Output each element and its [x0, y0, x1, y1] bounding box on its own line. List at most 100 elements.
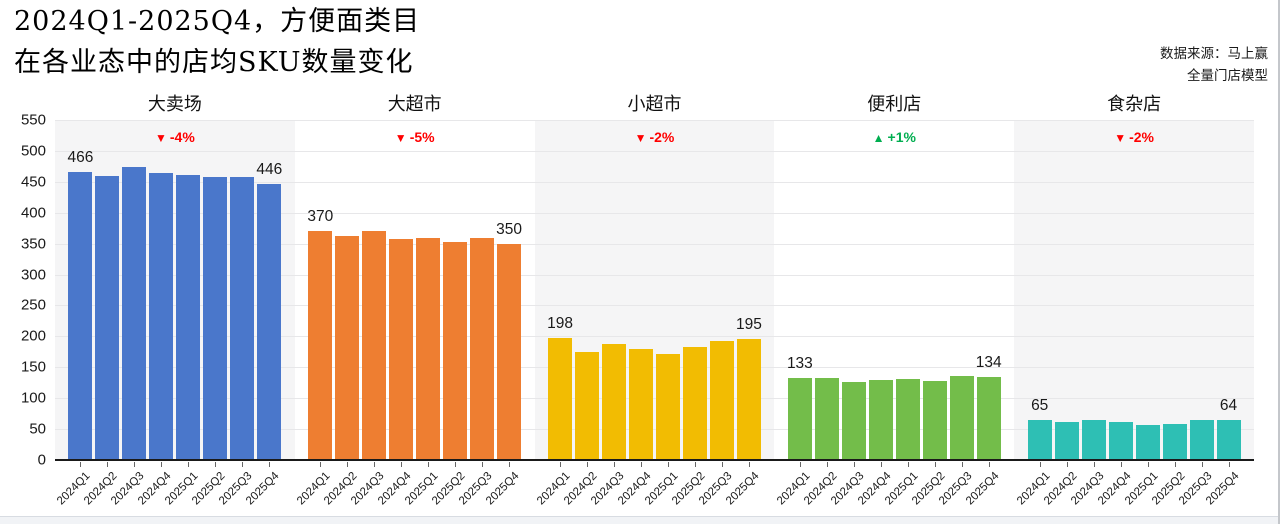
bar-大超市-2025Q2 [443, 242, 467, 460]
bar-小超市-2025Q1 [656, 354, 680, 460]
panel-title-便利店: 便利店 [774, 90, 1014, 116]
x-axis-tick [161, 462, 162, 467]
x-axis-tick [722, 462, 723, 467]
bar-大卖场-2025Q1 [176, 175, 200, 460]
bar-大卖场-2024Q4 [149, 173, 173, 460]
x-axis-tick [269, 462, 270, 467]
bar-便利店-2024Q1 [788, 378, 812, 460]
y-tick-label: 500 [0, 142, 46, 159]
window-bottom-edge [0, 516, 1280, 524]
panel-title-大超市: 大超市 [295, 90, 535, 116]
x-axis-tick [962, 462, 963, 467]
bar-便利店-2024Q3 [842, 382, 866, 460]
chart-title-line-1: 2024Q1-2025Q4，方便面类目 [14, 8, 420, 35]
bar-便利店-2025Q4 [977, 377, 1001, 460]
change-badge-便利店: ▲+1% [774, 129, 1014, 145]
x-axis-tick [428, 462, 429, 467]
bar-大卖场-2025Q3 [230, 177, 254, 460]
panel-title-食杂店: 食杂店 [1014, 90, 1254, 116]
bar-value-label: 466 [68, 149, 94, 167]
x-axis-tick [854, 462, 855, 467]
down-triangle-icon: ▼ [395, 131, 407, 145]
x-axis-tick [455, 462, 456, 467]
change-percent-label: +1% [888, 129, 916, 145]
data-source-line-1: 数据来源：马上赢 [1160, 44, 1268, 66]
bar-小超市-2024Q3 [602, 344, 626, 460]
y-tick-label: 250 [0, 297, 46, 314]
bar-食杂店-2024Q1 [1028, 420, 1052, 460]
data-source-note: 数据来源：马上赢 全量门店模型 [1160, 44, 1268, 87]
bar-大卖场-2025Q2 [203, 177, 227, 460]
bar-value-label: 64 [1220, 397, 1237, 415]
x-axis-tick [482, 462, 483, 467]
y-tick-label: 400 [0, 204, 46, 221]
bar-value-label: 350 [496, 221, 522, 239]
y-tick-label: 350 [0, 235, 46, 252]
x-axis-tick [1121, 462, 1122, 467]
bar-食杂店-2025Q2 [1163, 424, 1187, 460]
bar-食杂店-2025Q3 [1190, 420, 1214, 460]
bar-食杂店-2024Q4 [1109, 422, 1133, 460]
x-axis-tick [1175, 462, 1176, 467]
y-tick-label: 150 [0, 359, 46, 376]
change-percent-label: -5% [410, 129, 435, 145]
gridline-550 [55, 120, 1254, 121]
x-axis-tick [881, 462, 882, 467]
bar-便利店-2025Q3 [950, 376, 974, 460]
bar-value-label: 134 [976, 354, 1002, 372]
down-triangle-icon: ▼ [635, 131, 647, 145]
bar-小超市-2024Q1 [548, 338, 572, 460]
x-axis-tick [908, 462, 909, 467]
change-badge-小超市: ▼-2% [535, 129, 775, 145]
bar-大卖场-2024Q2 [95, 176, 119, 460]
x-axis-tick [614, 462, 615, 467]
y-tick-label: 100 [0, 390, 46, 407]
bar-便利店-2024Q4 [869, 380, 893, 460]
chart-title-line-2: 在各业态中的店均SKU数量变化 [14, 49, 420, 76]
x-axis-tick [827, 462, 828, 467]
down-triangle-icon: ▼ [1114, 131, 1126, 145]
bar-小超市-2025Q4 [737, 339, 761, 460]
bar-食杂店-2025Q4 [1217, 420, 1241, 460]
bar-大超市-2024Q1 [308, 231, 332, 460]
x-axis-tick [320, 462, 321, 467]
x-axis-line [55, 459, 1254, 461]
x-axis-tick [641, 462, 642, 467]
x-axis-tick [1067, 462, 1068, 467]
x-axis-tick [935, 462, 936, 467]
bar-大超市-2025Q4 [497, 244, 521, 460]
bar-大卖场-2025Q4 [257, 184, 281, 460]
bar-value-label: 198 [547, 315, 573, 333]
x-axis-tick [374, 462, 375, 467]
x-axis-tick [587, 462, 588, 467]
x-axis-tick [401, 462, 402, 467]
bar-便利店-2025Q1 [896, 379, 920, 460]
data-source-line-2: 全量门店模型 [1160, 66, 1268, 88]
bar-大超市-2024Q4 [389, 239, 413, 460]
y-tick-label: 550 [0, 112, 46, 129]
change-badge-大卖场: ▼-4% [55, 129, 295, 145]
x-axis-tick [749, 462, 750, 467]
bar-value-label: 195 [736, 316, 762, 334]
y-tick-label: 450 [0, 173, 46, 190]
bar-value-label: 65 [1031, 397, 1048, 415]
y-tick-label: 50 [0, 421, 46, 438]
x-axis-tick [989, 462, 990, 467]
x-axis-tick [134, 462, 135, 467]
x-axis-tick [1229, 462, 1230, 467]
up-triangle-icon: ▲ [873, 131, 885, 145]
bar-便利店-2024Q2 [815, 378, 839, 460]
x-axis-tick [1202, 462, 1203, 467]
x-axis-tick [509, 462, 510, 467]
bar-食杂店-2024Q3 [1082, 420, 1106, 460]
x-axis-tick [242, 462, 243, 467]
panel-title-大卖场: 大卖场 [55, 90, 295, 116]
bar-大卖场-2024Q3 [122, 167, 146, 460]
panel-background-食杂店 [1014, 120, 1254, 460]
bar-小超市-2024Q2 [575, 352, 599, 460]
x-axis-tick [668, 462, 669, 467]
x-axis-tick [695, 462, 696, 467]
change-badge-大超市: ▼-5% [295, 129, 535, 145]
y-tick-label: 300 [0, 266, 46, 283]
x-axis-tick [347, 462, 348, 467]
